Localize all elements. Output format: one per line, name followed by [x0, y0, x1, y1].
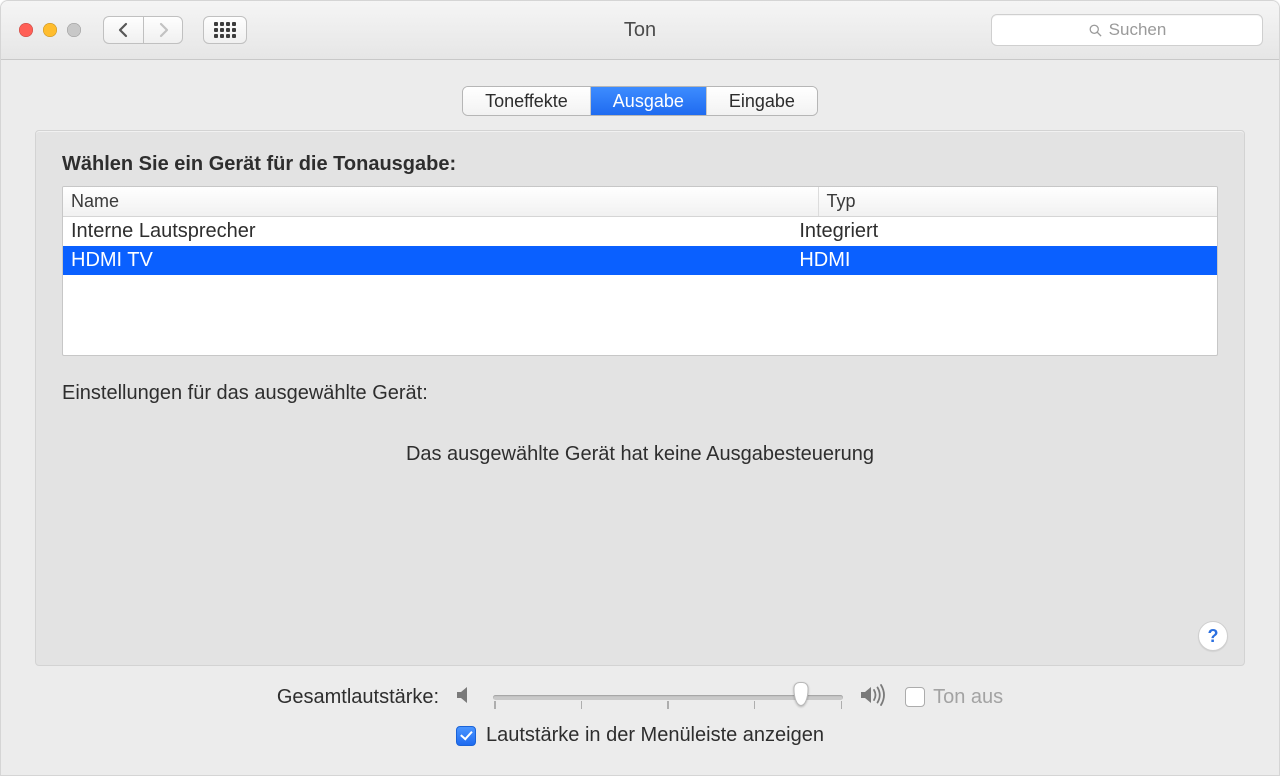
- zoom-window-button[interactable]: [67, 23, 81, 37]
- volume-row: Gesamtlautstärke:: [35, 684, 1245, 710]
- column-name[interactable]: Name: [63, 187, 819, 216]
- search-placeholder: Suchen: [1109, 20, 1167, 40]
- chevron-left-icon: [118, 22, 129, 38]
- table-header: Name Typ: [63, 187, 1217, 217]
- minimize-window-button[interactable]: [43, 23, 57, 37]
- speaker-low-icon: [455, 685, 477, 709]
- chevron-right-icon: [158, 22, 169, 38]
- table-row[interactable]: HDMI TV HDMI: [63, 246, 1217, 275]
- table-body: Interne Lautsprecher Integriert HDMI TV …: [63, 217, 1217, 355]
- column-type[interactable]: Typ: [819, 187, 1217, 216]
- output-device-table: Name Typ Interne Lautsprecher Integriert…: [62, 186, 1218, 356]
- device-type: Integriert: [799, 220, 1209, 243]
- volume-slider[interactable]: [493, 686, 843, 708]
- output-panel: Wählen Sie ein Gerät für die Tonausgabe:…: [35, 130, 1245, 666]
- close-window-button[interactable]: [19, 23, 33, 37]
- search-field[interactable]: Suchen: [991, 14, 1263, 46]
- volume-label: Gesamtlautstärke:: [277, 686, 439, 709]
- no-output-controls-message: Das ausgewählte Gerät hat keine Ausgabes…: [62, 443, 1218, 466]
- device-name: Interne Lautsprecher: [71, 220, 799, 243]
- slider-ticks: [493, 701, 843, 709]
- window-toolbar: Ton Suchen: [1, 1, 1279, 60]
- device-type: HDMI: [799, 249, 1209, 272]
- help-button[interactable]: ?: [1198, 621, 1228, 651]
- window-controls: [17, 23, 81, 37]
- device-name: HDMI TV: [71, 249, 799, 272]
- show-all-button[interactable]: [203, 16, 247, 44]
- grid-icon: [214, 22, 236, 38]
- show-in-menubar-checkbox[interactable]: [456, 726, 476, 746]
- back-button[interactable]: [103, 16, 143, 44]
- show-in-menubar-label: Lautstärke in der Menüleiste anzeigen: [486, 724, 824, 747]
- tab-input[interactable]: Eingabe: [707, 87, 817, 115]
- nav-segment: [103, 16, 183, 44]
- tab-sound-effects[interactable]: Toneffekte: [463, 87, 591, 115]
- speaker-high-icon: [859, 684, 889, 710]
- mute-checkbox[interactable]: [905, 687, 925, 707]
- table-row[interactable]: Interne Lautsprecher Integriert: [63, 217, 1217, 246]
- output-device-heading: Wählen Sie ein Gerät für die Tonausgabe:: [62, 153, 1218, 176]
- bottom-bar: Gesamtlautstärke:: [35, 666, 1245, 757]
- search-icon: [1088, 23, 1103, 38]
- tab-output[interactable]: Ausgabe: [591, 87, 707, 115]
- forward-button[interactable]: [143, 16, 183, 44]
- sound-tabs: Toneffekte Ausgabe Eingabe: [462, 86, 818, 116]
- slider-track: [493, 695, 843, 700]
- sound-preferences-window: Ton Suchen Toneffekte Ausgabe Eingabe Wä…: [0, 0, 1280, 776]
- menubar-row: Lautstärke in der Menüleiste anzeigen: [35, 724, 1245, 747]
- mute-label: Ton aus: [933, 686, 1003, 709]
- device-settings-heading: Einstellungen für das ausgewählte Gerät:: [62, 382, 1218, 405]
- content-area: Toneffekte Ausgabe Eingabe Wählen Sie ei…: [1, 60, 1279, 775]
- slider-thumb[interactable]: [794, 682, 809, 706]
- mute-group: Ton aus: [905, 686, 1003, 709]
